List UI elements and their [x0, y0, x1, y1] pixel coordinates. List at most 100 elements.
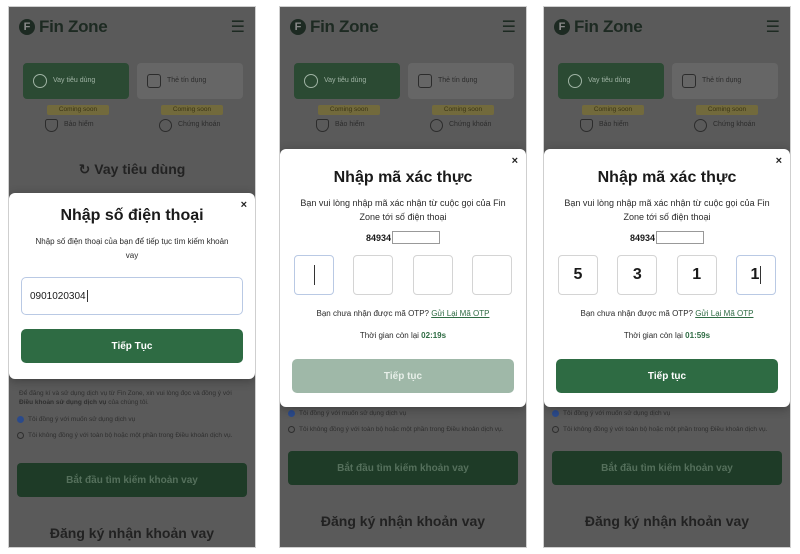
refresh-money-icon	[568, 74, 582, 88]
timer-value: 02:19s	[421, 331, 447, 340]
tile-consumer-loan[interactable]: Vay tiêu dùng	[23, 63, 129, 99]
otp-digit-4[interactable]	[471, 255, 512, 295]
start-search-button[interactable]: Bắt đầu tìm kiếm khoản vay	[17, 463, 247, 497]
terms-link[interactable]: Điều khoản sử dụng dịch vụ	[19, 399, 106, 406]
start-search-button[interactable]: Bắt đầu tìm kiếm khoản vay	[552, 451, 782, 485]
brand-name: Fin Zone	[39, 17, 108, 36]
phone-number-modal: × Nhập số điện thoại Nhập số điện thoại …	[9, 193, 255, 379]
radio-button[interactable]	[552, 426, 559, 433]
tile-label: Thẻ tín dụng	[702, 76, 742, 84]
modal-title: Nhập số điện thoại	[60, 207, 204, 224]
otp-digit-1[interactable]	[294, 255, 334, 295]
otp-input-group	[294, 255, 512, 295]
resend-line: Bạn chưa nhận được mã OTP? Gửi Lại Mã OT…	[316, 309, 490, 318]
hamburger-menu-icon[interactable]: ☰	[502, 17, 516, 37]
start-search-button[interactable]: Bắt đầu tìm kiếm khoản vay	[288, 451, 518, 485]
tile-securities[interactable]: Chứng khoán	[137, 119, 243, 132]
tile-consumer-loan[interactable]: Vay tiêu dùng	[558, 63, 664, 99]
otp-digit-2[interactable]: 3	[617, 255, 658, 295]
countdown-timer: Thời gian còn lại 01:59s	[623, 331, 711, 340]
resend-otp-link[interactable]: Gửi Lại Mã OTP	[695, 309, 753, 318]
app-header: F Fin Zone ☰	[544, 7, 790, 47]
hamburger-menu-icon[interactable]: ☰	[766, 17, 780, 37]
otp-digit-3[interactable]	[412, 255, 453, 295]
continue-button-disabled[interactable]: Tiếp tục	[292, 359, 514, 393]
coin-icon	[694, 119, 707, 132]
brand-name: Fin Zone	[574, 17, 643, 36]
coming-soon-badge: Coming soon	[582, 105, 644, 115]
refresh-icon: ↻	[78, 161, 95, 177]
close-icon[interactable]: ×	[776, 155, 782, 167]
modal-title: Nhập mã xác thực	[333, 169, 473, 186]
close-icon[interactable]: ×	[241, 199, 247, 211]
tile-securities[interactable]: Chứng khoán	[408, 119, 514, 132]
credit-card-icon	[147, 74, 161, 88]
screen-phone-input: F Fin Zone ☰ Vay tiêu dùng Thẻ tín dụng …	[8, 6, 256, 548]
close-icon[interactable]: ×	[512, 155, 518, 167]
text-caret	[86, 290, 88, 302]
tile-insurance[interactable]: Bảo hiểm	[294, 119, 400, 132]
radio-disagree[interactable]: Tôi không đồng ý với toàn bộ hoặc một ph…	[17, 431, 247, 440]
screen-otp-filled: F Fin Zone ☰ Vay tiêu dùng Thẻ tín dụng …	[543, 6, 791, 548]
radio-button[interactable]	[17, 432, 24, 439]
countdown-timer: Thời gian còn lại 02:19s	[359, 331, 447, 340]
radio-agree[interactable]: Tôi đồng ý với muốn sử dụng dịch vụ	[552, 409, 782, 418]
hamburger-menu-icon[interactable]: ☰	[231, 17, 245, 37]
credit-card-icon	[682, 74, 696, 88]
tile-label: Chứng khoán	[449, 121, 492, 129]
tile-label: Vay tiêu dùng	[53, 76, 96, 84]
tile-label: Chứng khoán	[178, 121, 221, 129]
tile-credit-card[interactable]: Thẻ tín dụng	[672, 63, 778, 99]
phone-mask	[656, 231, 705, 245]
tile-label: Thẻ tín dụng	[167, 76, 207, 84]
tile-securities[interactable]: Chứng khoán	[672, 119, 778, 132]
tile-label: Bảo hiểm	[64, 121, 94, 129]
tile-label: Vay tiêu dùng	[588, 76, 631, 84]
tile-label: Chứng khoán	[713, 121, 756, 129]
radio-agree[interactable]: Tôi đồng ý với muốn sử dụng dịch vụ	[288, 409, 518, 418]
refresh-money-icon	[33, 74, 47, 88]
masked-phone-number: 84934	[280, 228, 526, 246]
app-header: F Fin Zone ☰	[280, 7, 526, 47]
otp-digit-3[interactable]: 1	[676, 255, 717, 295]
tile-insurance[interactable]: Bảo hiểm	[558, 119, 664, 132]
fin-zone-logo-icon: F	[290, 19, 306, 35]
timer-value: 01:59s	[685, 331, 711, 340]
otp-digit-4[interactable]: 1	[735, 255, 776, 295]
tile-consumer-loan[interactable]: Vay tiêu dùng	[294, 63, 400, 99]
resend-otp-link[interactable]: Gửi Lại Mã OTP	[431, 309, 489, 318]
modal-description: Nhập số điện thoại của bạn để tiếp tục t…	[35, 237, 229, 261]
radio-button[interactable]	[288, 426, 295, 433]
text-caret	[313, 265, 315, 285]
phone-number-input[interactable]: 0901020304	[21, 277, 243, 315]
resend-line: Bạn chưa nhận được mã OTP? Gửi Lại Mã OT…	[580, 309, 754, 318]
otp-digit-1[interactable]: 5	[558, 255, 598, 295]
register-heading: Đăng ký nhận khoản vay	[584, 513, 750, 529]
phone-mask	[392, 231, 441, 245]
coming-soon-badge: Coming soon	[432, 105, 494, 115]
register-heading: Đăng ký nhận khoản vay	[320, 513, 486, 529]
section-heading: ↻ Vay tiêu dùng	[78, 161, 186, 177]
tile-credit-card[interactable]: Thẻ tín dụng	[137, 63, 243, 99]
radio-agree[interactable]: Tôi đồng ý với muốn sử dụng dịch vụ	[17, 415, 247, 424]
radio-button-selected[interactable]	[288, 410, 295, 417]
coin-icon	[430, 119, 443, 132]
coin-icon	[159, 119, 172, 132]
app-header: F Fin Zone ☰	[9, 7, 255, 47]
otp-input-group: 5 3 1 1	[558, 255, 776, 295]
radio-button-selected[interactable]	[17, 416, 24, 423]
radio-button-selected[interactable]	[552, 410, 559, 417]
otp-digit-2[interactable]	[353, 255, 394, 295]
screen-otp-empty: F Fin Zone ☰ Vay tiêu dùng Thẻ tín dụng …	[279, 6, 527, 548]
tile-insurance[interactable]: Bảo hiểm	[23, 119, 129, 132]
coming-soon-badge: Coming soon	[161, 105, 223, 115]
continue-button[interactable]: Tiếp tục	[556, 359, 778, 393]
continue-button[interactable]: Tiếp Tục	[21, 329, 243, 363]
modal-description: Bạn vui lòng nhập mã xác nhận từ cuộc gọ…	[564, 198, 770, 222]
fin-zone-logo-icon: F	[19, 19, 35, 35]
radio-disagree[interactable]: Tôi không đồng ý với toàn bộ hoặc một ph…	[552, 425, 782, 434]
tile-credit-card[interactable]: Thẻ tín dụng	[408, 63, 514, 99]
shield-icon	[580, 119, 593, 132]
tile-label: Vay tiêu dùng	[324, 76, 367, 84]
radio-disagree[interactable]: Tôi không đồng ý với toàn bộ hoặc một ph…	[288, 425, 518, 434]
